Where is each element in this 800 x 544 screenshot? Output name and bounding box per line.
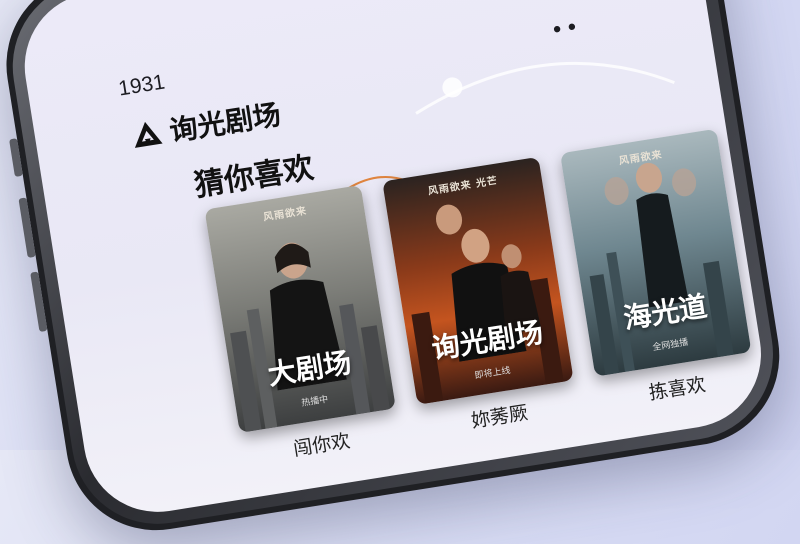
poster-image[interactable]: 风雨欲来 大剧场 热播中 — [204, 184, 396, 433]
poster-image[interactable]: 风雨欲来 光芒 询光剧场 即将上线 — [382, 156, 574, 405]
poster-subtitle — [771, 310, 772, 335]
phone-device: 1931 •• 询光剧场 猜你喜欢 风雨欲来 大剧场 热播中 闯你欢 风雨欲来 … — [0, 0, 793, 544]
menu-dots-icon[interactable]: •• — [549, 15, 582, 44]
triangle-logo-icon — [134, 121, 163, 148]
poster-card[interactable]: 风雨欲来 大剧场 热播中 闯你欢 — [204, 184, 401, 469]
poster-card[interactable]: 风雨欲来 光芒 询光剧场 即将上线 妳莠厥 — [382, 156, 579, 441]
app-name: 询光剧场 — [167, 97, 284, 148]
status-time: 1931 — [116, 70, 167, 101]
poster-image[interactable]: 风雨欲来 海光道 全网独播 — [560, 128, 752, 377]
app-header: 询光剧场 — [129, 93, 283, 156]
poster-card[interactable]: 风雨欲来 海光道 全网独播 拣喜欢 — [560, 128, 757, 413]
